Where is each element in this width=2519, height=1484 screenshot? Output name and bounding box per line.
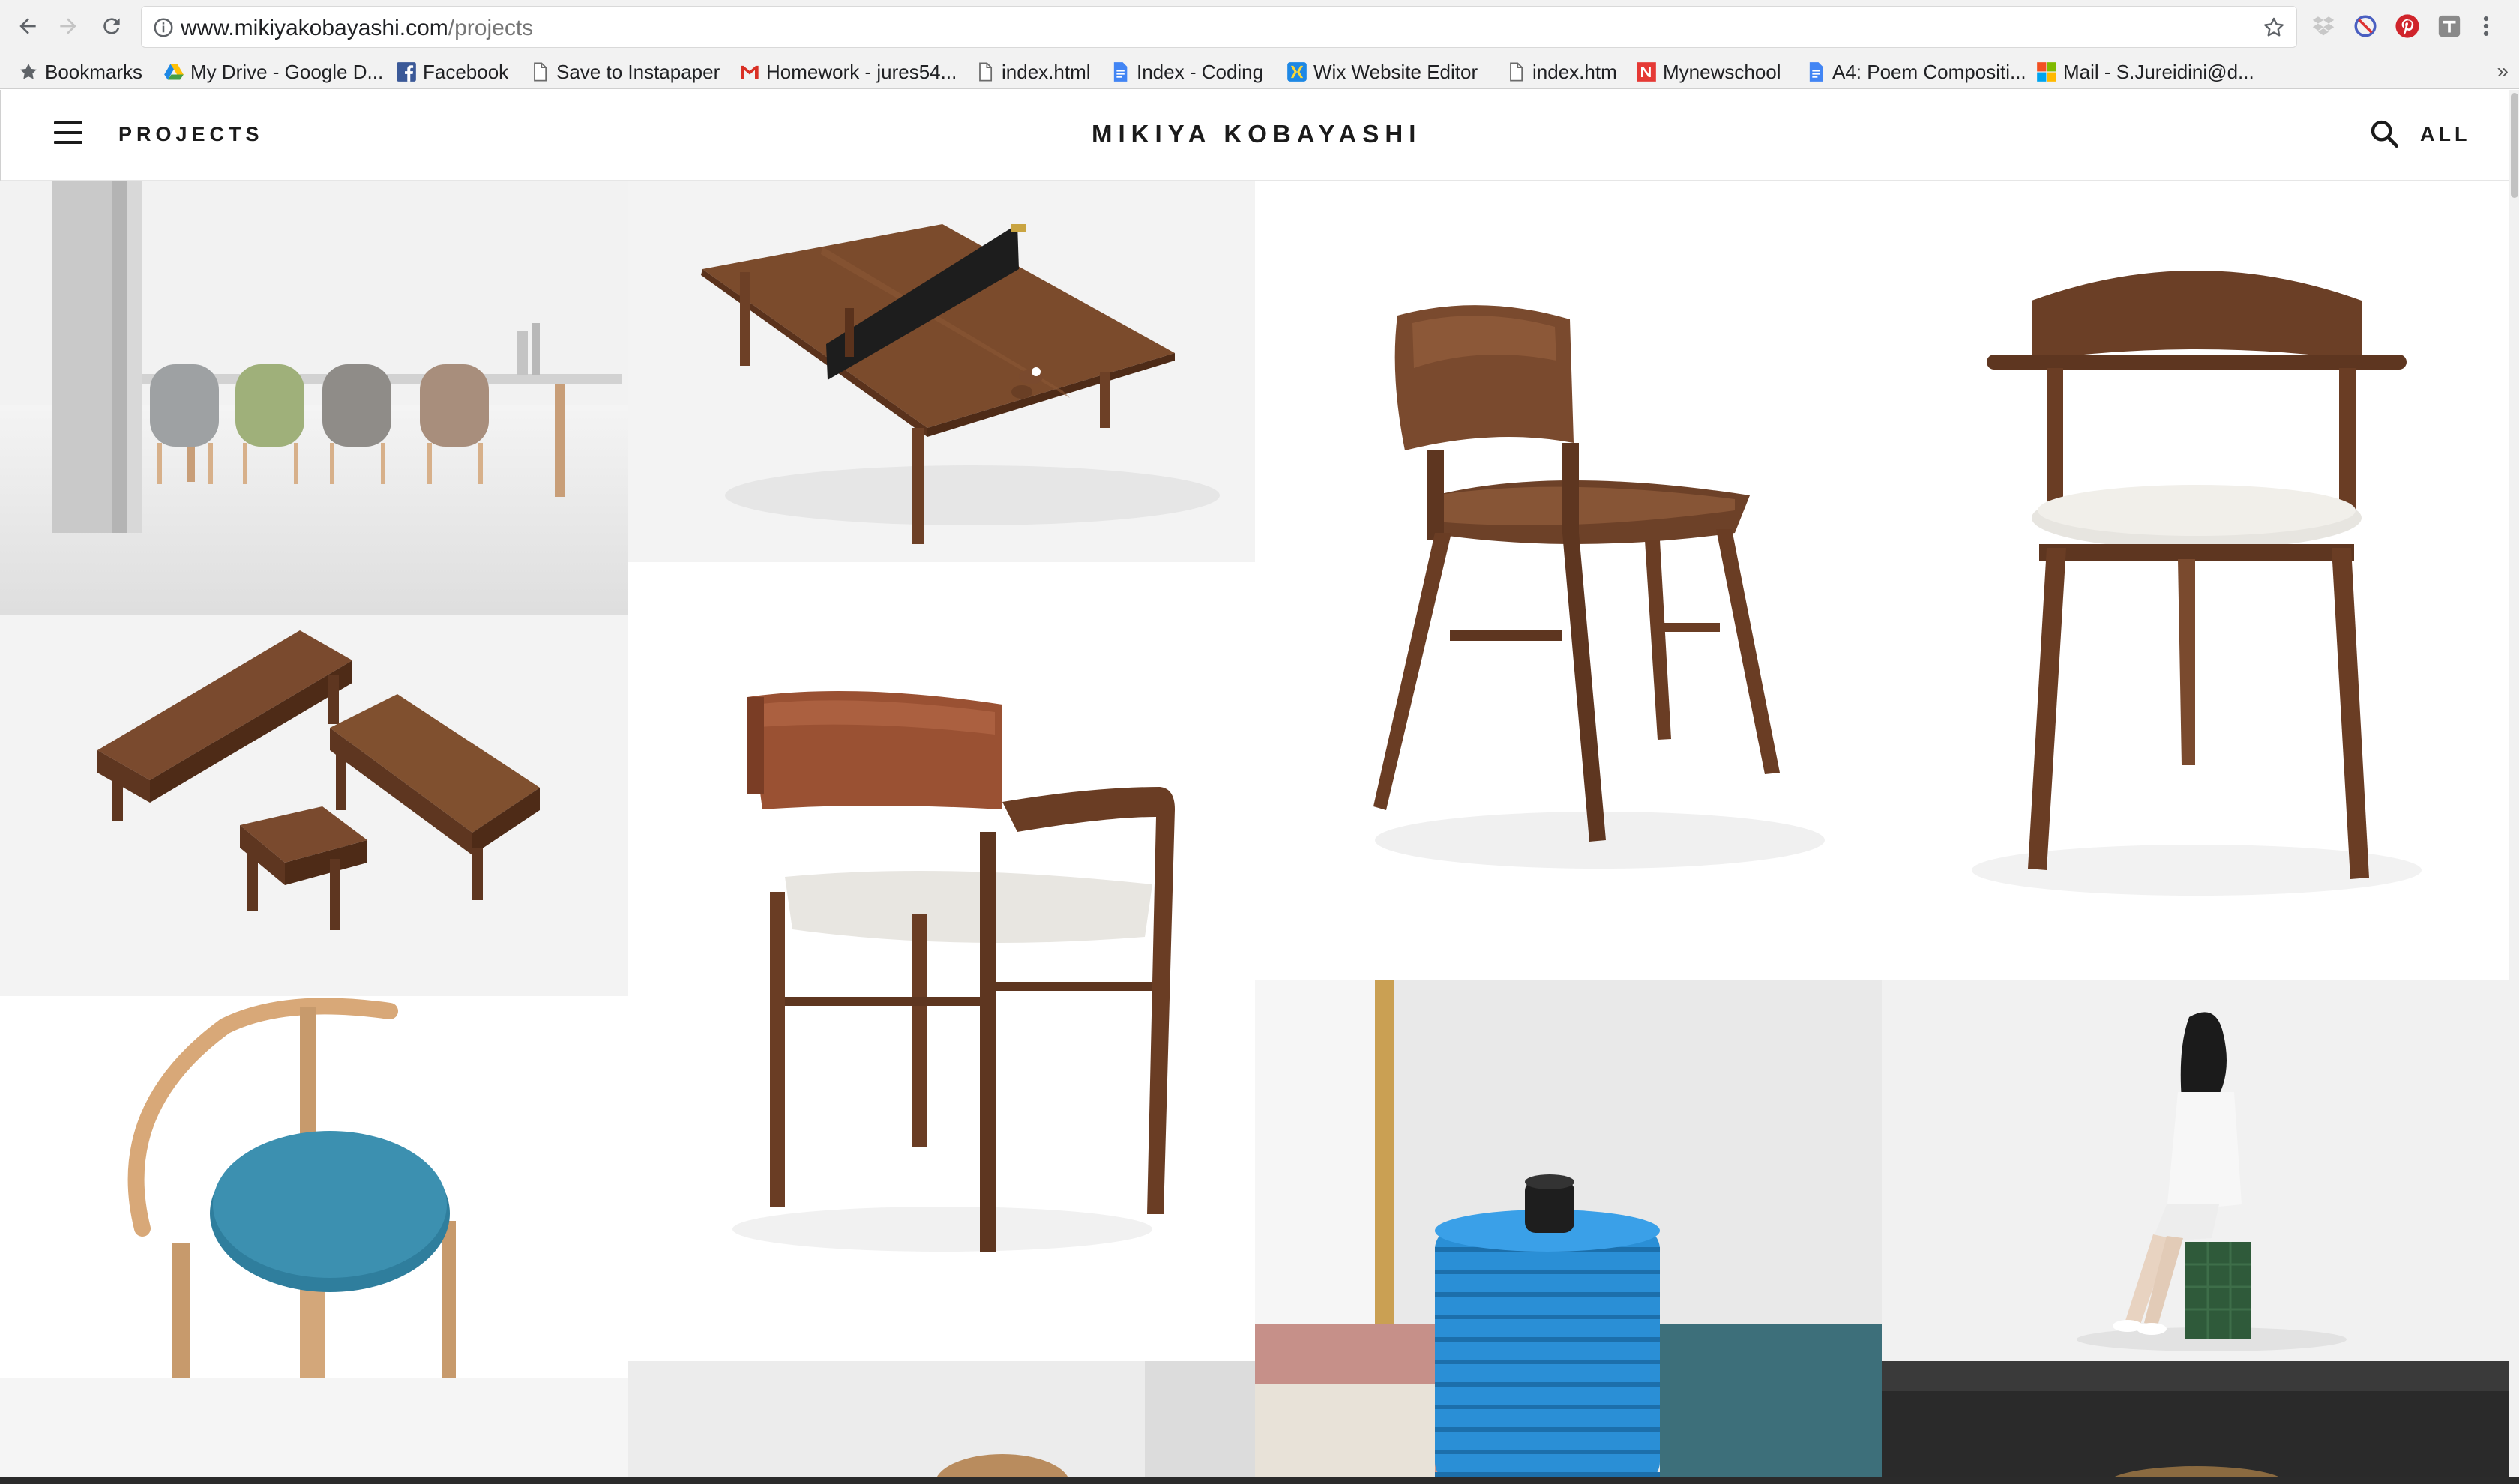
bookmark-item[interactable]: Homework - jures54... — [739, 55, 957, 89]
bookmark-item[interactable]: Bookmarks — [18, 55, 142, 89]
dropbox-extension-icon[interactable] — [2311, 13, 2336, 39]
browser-toolbar: www.mikiyakobayashi.com/projects — [0, 0, 2519, 55]
bookmarks-bar: Bookmarks My Drive - Google D... Faceboo… — [0, 55, 2519, 89]
project-tile-partial-3[interactable] — [1882, 1361, 2509, 1484]
project-tile-round-chair[interactable] — [0, 996, 628, 1378]
url-path: /projects — [448, 16, 534, 40]
bookmark-label: index.html — [1002, 60, 1091, 83]
forward-arrow-icon — [60, 18, 76, 34]
info-icon[interactable] — [152, 16, 175, 39]
project-tile-partial-1[interactable] — [0, 1378, 628, 1484]
projects-nav-link[interactable]: PROJECTS — [118, 123, 264, 146]
bookmark-star-icon[interactable] — [2262, 16, 2286, 40]
wix-icon — [1286, 61, 1307, 82]
site-header: PROJECTS MIKIYA KOBAYASHI ALL — [0, 90, 2509, 181]
bookmarks-overflow-button[interactable]: » — [2497, 59, 2509, 83]
bookmark-item[interactable]: index.html — [975, 55, 1091, 89]
bookmark-item[interactable]: Mynewschool — [1636, 55, 1781, 89]
newschool-icon — [1636, 61, 1657, 82]
page-icon — [975, 61, 996, 82]
dining-table-chairs-image — [0, 181, 628, 615]
pinterest-extension-icon[interactable] — [2395, 13, 2420, 39]
bookmark-item[interactable]: Facebook — [396, 55, 508, 89]
bookmark-label: index.htm — [1532, 60, 1617, 83]
bookmark-item[interactable]: index.htm — [1505, 55, 1617, 89]
bookmark-label: Facebook — [423, 60, 509, 83]
browser-menu-icon[interactable] — [2479, 13, 2494, 39]
url-text[interactable]: www.mikiyakobayashi.com/projects — [181, 16, 533, 41]
site-title[interactable]: MIKIYA KOBAYASHI — [1092, 120, 1421, 148]
facebook-icon — [396, 61, 417, 82]
project-tile-armchair[interactable] — [1882, 181, 2509, 980]
bookmark-label: Save to Instapaper — [556, 60, 720, 83]
project-image-partial — [628, 1361, 1255, 1484]
filter-all-link[interactable]: ALL — [2420, 123, 2470, 146]
bookmark-item[interactable]: Wix Website Editor — [1286, 55, 1478, 89]
project-tile-dining[interactable] — [0, 181, 628, 615]
bookmark-label: Wix Website Editor — [1313, 60, 1478, 83]
address-bar[interactable]: www.mikiyakobayashi.com/projects — [141, 6, 2297, 48]
upholstered-armchair-image — [1882, 181, 2509, 980]
project-image-partial — [0, 1378, 628, 1484]
bookmark-item[interactable]: Index - Coding — [1110, 55, 1263, 89]
blue-speaker-image — [1255, 980, 1882, 1484]
reload-icon — [103, 18, 120, 34]
page-icon — [529, 61, 550, 82]
page-scrollbar[interactable] — [2509, 90, 2519, 1484]
project-tile-walnut-chair[interactable] — [1255, 181, 1882, 980]
microsoft-icon — [2036, 61, 2057, 82]
star-icon — [18, 61, 39, 82]
gmail-icon — [739, 61, 760, 82]
bookmark-item[interactable]: My Drive - Google D... — [163, 55, 383, 89]
google-drive-icon — [163, 61, 184, 82]
project-image-partial — [1882, 1361, 2509, 1484]
reload-button[interactable] — [96, 10, 127, 42]
bookmark-label: My Drive - Google D... — [190, 60, 384, 83]
blocker-extension-icon[interactable] — [2353, 13, 2378, 39]
back-button[interactable] — [12, 10, 43, 42]
benches-image — [0, 615, 628, 996]
leather-armchair-image — [628, 562, 1255, 1361]
scroll-thumb[interactable] — [2511, 93, 2518, 198]
bookmark-label: Mynewschool — [1663, 60, 1781, 83]
window-bottom-edge — [0, 1477, 2519, 1484]
search-icon[interactable] — [2369, 118, 2399, 148]
bookmark-label: Index - Coding — [1137, 60, 1264, 83]
project-tile-benches[interactable] — [0, 615, 628, 996]
project-tile-partial-2[interactable] — [628, 1361, 1255, 1484]
bookmark-label: Mail - S.Jureidini@d... — [2063, 60, 2254, 83]
google-docs-icon — [1805, 61, 1826, 82]
bookmark-label: Homework - jures54... — [766, 60, 957, 83]
woman-on-stool-image — [1882, 980, 2509, 1361]
back-arrow-icon — [19, 18, 36, 34]
url-host: www.mikiyakobayashi.com — [181, 16, 448, 40]
forward-button[interactable] — [52, 10, 84, 42]
blue-stool-image — [0, 996, 628, 1378]
google-docs-icon — [1110, 61, 1131, 82]
bookmark-item[interactable]: Mail - S.Jureidini@d... — [2036, 55, 2254, 89]
project-tile-leather-chair[interactable] — [628, 562, 1255, 1361]
bookmark-label: Bookmarks — [45, 60, 143, 83]
project-tile-green-stool[interactable] — [1882, 980, 2509, 1361]
hamburger-menu-icon[interactable] — [54, 121, 82, 147]
bookmark-item[interactable]: A4: Poem Compositi... — [1805, 55, 2026, 89]
tab-extension-icon[interactable] — [2437, 13, 2462, 39]
bookmark-item[interactable]: Save to Instapaper — [529, 55, 720, 89]
project-tile-speaker[interactable] — [1255, 980, 1882, 1484]
project-tile-table-tennis[interactable] — [628, 181, 1255, 562]
walnut-chair-image — [1255, 181, 1882, 980]
ping-pong-table-image — [628, 181, 1255, 562]
bookmark-label: A4: Poem Compositi... — [1832, 60, 2026, 83]
page-icon — [1505, 61, 1526, 82]
